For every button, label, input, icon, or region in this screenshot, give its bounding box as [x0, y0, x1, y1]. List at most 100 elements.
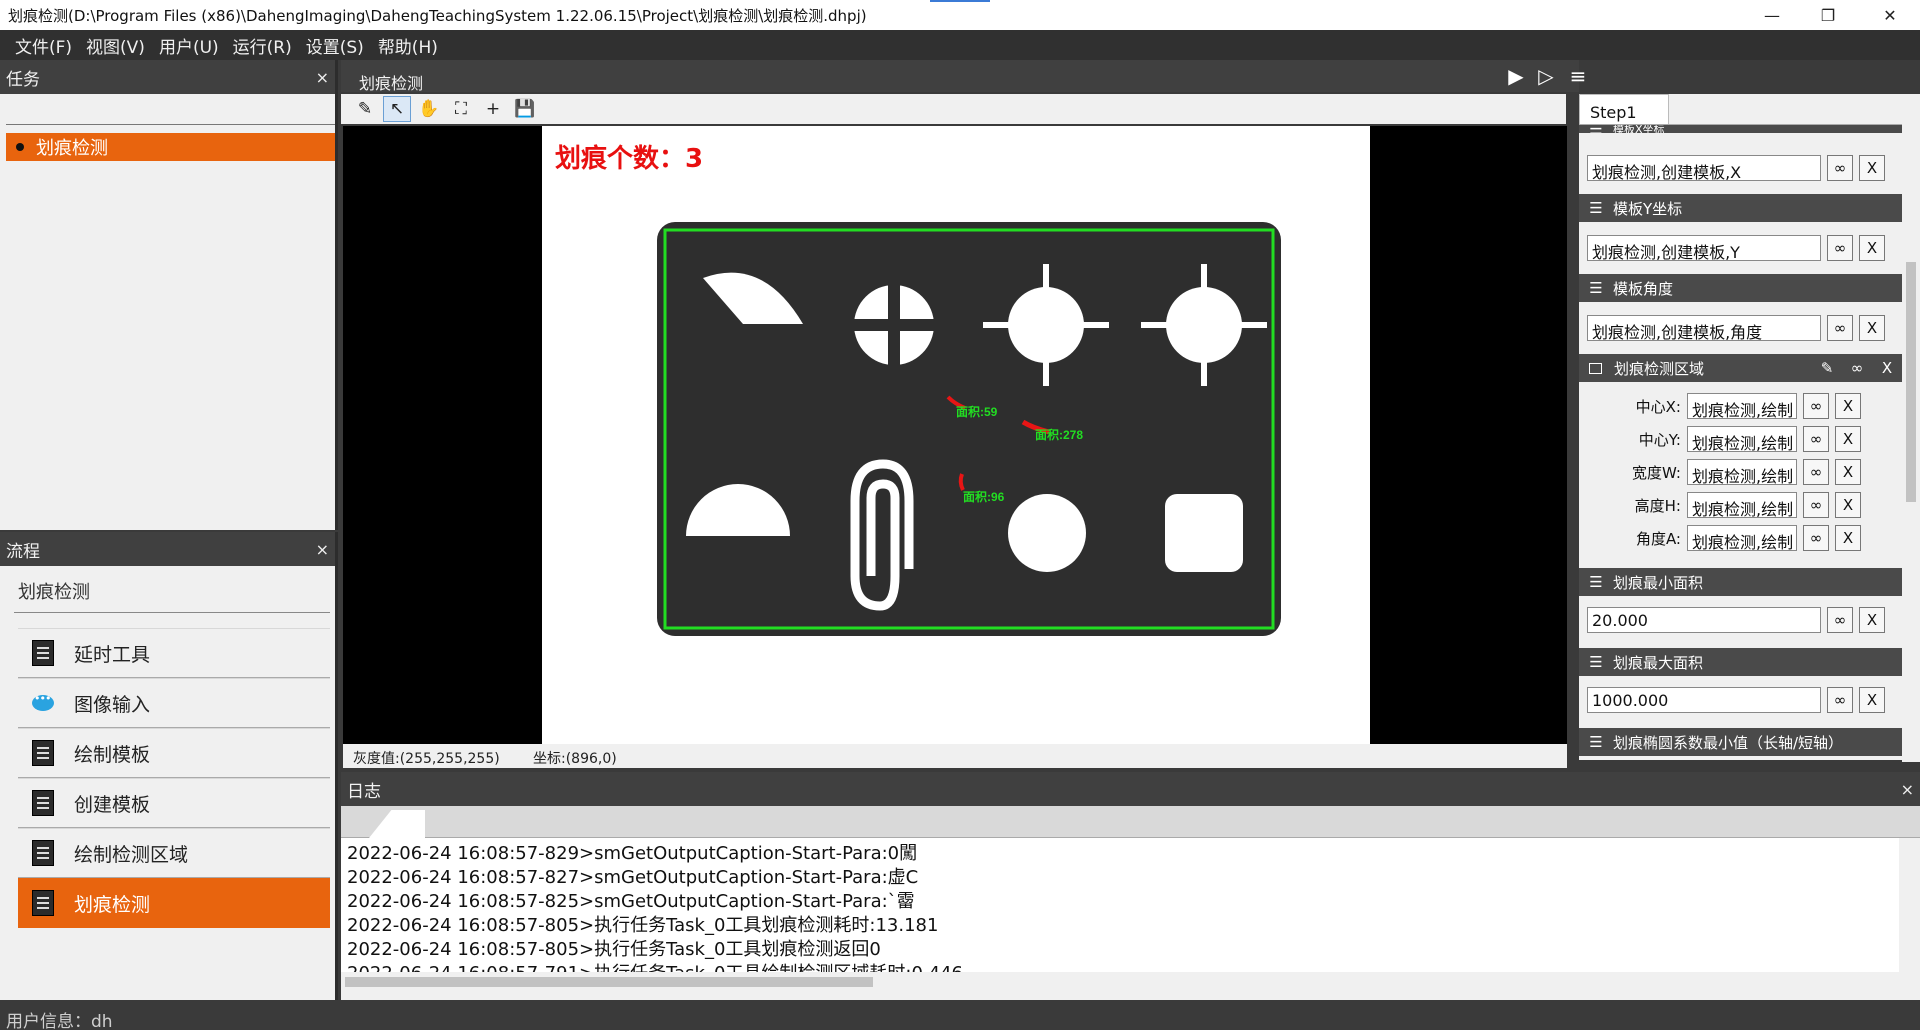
clear-button[interactable]: X	[1835, 492, 1861, 518]
section-ellipse-header[interactable]: ☰ 划痕椭圆系数最小值（长轴/短轴）	[1579, 728, 1902, 756]
fit-tool-button[interactable]: ⛶	[447, 96, 475, 122]
section-min-area-header[interactable]: ☰ 划痕最小面积	[1579, 568, 1902, 596]
menu-help[interactable]: 帮助(H)	[378, 33, 438, 58]
clear-button[interactable]: X	[1835, 459, 1861, 485]
region-center-y-input[interactable]: 划痕检测,绘制	[1687, 426, 1797, 452]
parameter-scrollbar[interactable]	[1902, 122, 1920, 762]
log-line: 2022-06-24 16:08:57-805>执行任务Task_0工具划痕检测…	[347, 915, 939, 936]
link-button[interactable]: ∞	[1827, 315, 1853, 341]
flow-item-create-template[interactable]: 创建模板	[18, 778, 330, 828]
pointer-tool-button[interactable]: ↖	[383, 96, 411, 122]
menu-view[interactable]: 视图(V)	[86, 33, 145, 58]
clear-button[interactable]: X	[1859, 235, 1885, 261]
region-height-input[interactable]: 划痕检测,绘制	[1687, 492, 1797, 518]
region-center-x-row: 中心X: 划痕检测,绘制 ∞ X	[1579, 392, 1902, 420]
template-y-input[interactable]: 划痕检测,创建模板,Y	[1587, 235, 1821, 261]
section-template-y-header[interactable]: ☰ 模板Y坐标	[1579, 194, 1902, 222]
menu-user[interactable]: 用户(U)	[159, 33, 219, 58]
chat-icon	[32, 692, 54, 711]
flow-item-label: 绘制检测区域	[74, 843, 189, 866]
menu-settings[interactable]: 设置(S)	[306, 33, 364, 58]
section-template-angle-header[interactable]: ☰ 模板角度	[1579, 274, 1902, 302]
crosshair-tool-button[interactable]: +	[479, 96, 507, 122]
task-panel-header: 任务 ×	[0, 60, 335, 94]
image-canvas[interactable]: 面积:59 面积:278 面积:96 划痕个数：3	[343, 126, 1567, 744]
canvas-menu-button[interactable]: ≡	[1563, 64, 1593, 90]
link-button[interactable]: ∞	[1827, 235, 1853, 261]
link-button[interactable]: ∞	[1803, 492, 1829, 518]
region-angle-input[interactable]: 划痕检测,绘制	[1687, 525, 1797, 551]
link-button[interactable]: ∞	[1803, 426, 1829, 452]
template-x-row: 划痕检测,创建模板,X ∞ X	[1579, 154, 1902, 182]
flow-item-scratch-detect[interactable]: 划痕检测	[18, 878, 330, 928]
menu-file[interactable]: 文件(F)	[15, 33, 72, 58]
max-area-input[interactable]: 1000.000	[1587, 687, 1821, 713]
log-panel-title: 日志	[347, 781, 381, 802]
clear-button[interactable]: X	[1859, 315, 1885, 341]
clear-button[interactable]: X	[1835, 426, 1861, 452]
min-area-input[interactable]: 20.000	[1587, 607, 1821, 633]
region-width-input[interactable]: 划痕检测,绘制	[1687, 459, 1797, 485]
link-button[interactable]: ∞	[1803, 393, 1829, 419]
log-line: 2022-06-24 16:08:57-827>smGetOutputCapti…	[347, 867, 919, 888]
step-tab[interactable]: Step1	[1579, 94, 1669, 124]
flow-panel-title: 流程	[6, 541, 40, 562]
link-button[interactable]: ∞	[1803, 525, 1829, 551]
flow-item-draw-region[interactable]: 绘制检测区域	[18, 828, 330, 878]
document-icon	[32, 640, 54, 666]
scrollbar-thumb[interactable]	[1906, 262, 1916, 502]
task-item[interactable]: 划痕检测	[6, 133, 335, 161]
link-button[interactable]: ∞	[1803, 459, 1829, 485]
log-panel-header: 日志 ×	[341, 772, 1920, 806]
clear-button[interactable]: X	[1859, 155, 1885, 181]
log-horizontal-scrollbar[interactable]	[341, 972, 1899, 992]
clear-button[interactable]: X	[1835, 393, 1861, 419]
clear-button[interactable]: X	[1859, 607, 1885, 633]
flow-item-delay[interactable]: 延时工具	[18, 628, 330, 678]
maximize-button[interactable]: ❐	[1800, 0, 1856, 30]
clear-icon[interactable]: X	[1872, 359, 1902, 377]
link-button[interactable]: ∞	[1827, 607, 1853, 633]
flow-item-image-input[interactable]: 图像输入	[18, 678, 330, 728]
section-title: 模板角度	[1613, 279, 1674, 298]
canvas-tab-title[interactable]: 划痕检测	[359, 70, 423, 94]
run-once-button[interactable]: ▶	[1501, 64, 1531, 90]
minimize-button[interactable]: —	[1744, 0, 1800, 30]
scratch-label-2: 面积:278	[1035, 427, 1083, 442]
template-angle-input[interactable]: 划痕检测,创建模板,角度	[1587, 315, 1821, 341]
log-tab[interactable]	[369, 810, 425, 838]
log-vertical-scrollbar[interactable]	[1899, 838, 1920, 986]
coordinate-readout: 坐标:(896,0)	[533, 751, 617, 767]
close-button[interactable]: ✕	[1862, 0, 1918, 30]
menu-run[interactable]: 运行(R)	[233, 33, 292, 58]
section-max-area-header[interactable]: ☰ 划痕最大面积	[1579, 648, 1902, 676]
parameter-panel: Step1 ☰ 模板X坐标 划痕检测,创建模板,X ∞ X ☰ 模板Y坐标 划痕…	[1579, 94, 1920, 762]
link-button[interactable]: ∞	[1827, 155, 1853, 181]
pen-icon[interactable]: ✎	[1812, 359, 1842, 377]
hand-tool-button[interactable]: ✋	[415, 96, 443, 122]
flow-item-label: 划痕检测	[74, 893, 151, 916]
save-tool-button[interactable]: 💾	[511, 96, 539, 122]
checkbox-icon[interactable]	[1589, 362, 1602, 374]
clear-button[interactable]: X	[1859, 687, 1885, 713]
log-panel-close-icon[interactable]: ×	[1901, 780, 1914, 799]
section-title: 划痕最小面积	[1613, 573, 1704, 592]
hamburger-icon: ☰	[1589, 279, 1603, 297]
flow-panel-close-icon[interactable]: ×	[316, 540, 329, 559]
section-region-header[interactable]: 划痕检测区域 ✎ ∞ X	[1579, 354, 1902, 382]
shape-circle	[1008, 494, 1086, 572]
scrollbar-thumb[interactable]	[345, 977, 873, 987]
run-loop-button[interactable]: ▷	[1531, 64, 1561, 90]
edit-tool-button[interactable]: ✎	[351, 96, 379, 122]
task-panel-close-icon[interactable]: ×	[316, 68, 329, 87]
region-center-x-input[interactable]: 划痕检测,绘制	[1687, 393, 1797, 419]
template-y-row: 划痕检测,创建模板,Y ∞ X	[1579, 234, 1902, 262]
clear-button[interactable]: X	[1835, 525, 1861, 551]
link-icon[interactable]: ∞	[1842, 359, 1872, 377]
template-x-input[interactable]: 划痕检测,创建模板,X	[1587, 155, 1821, 181]
flow-item-draw-template[interactable]: 绘制模板	[18, 728, 330, 778]
section-template-x-header[interactable]: ☰ 模板X坐标	[1579, 125, 1902, 133]
log-line: 2022-06-24 16:08:57-791>执行任务Task_0工具绘制检测…	[347, 962, 1893, 972]
link-button[interactable]: ∞	[1827, 687, 1853, 713]
user-info: 用户信息：dh	[0, 1004, 1920, 1030]
